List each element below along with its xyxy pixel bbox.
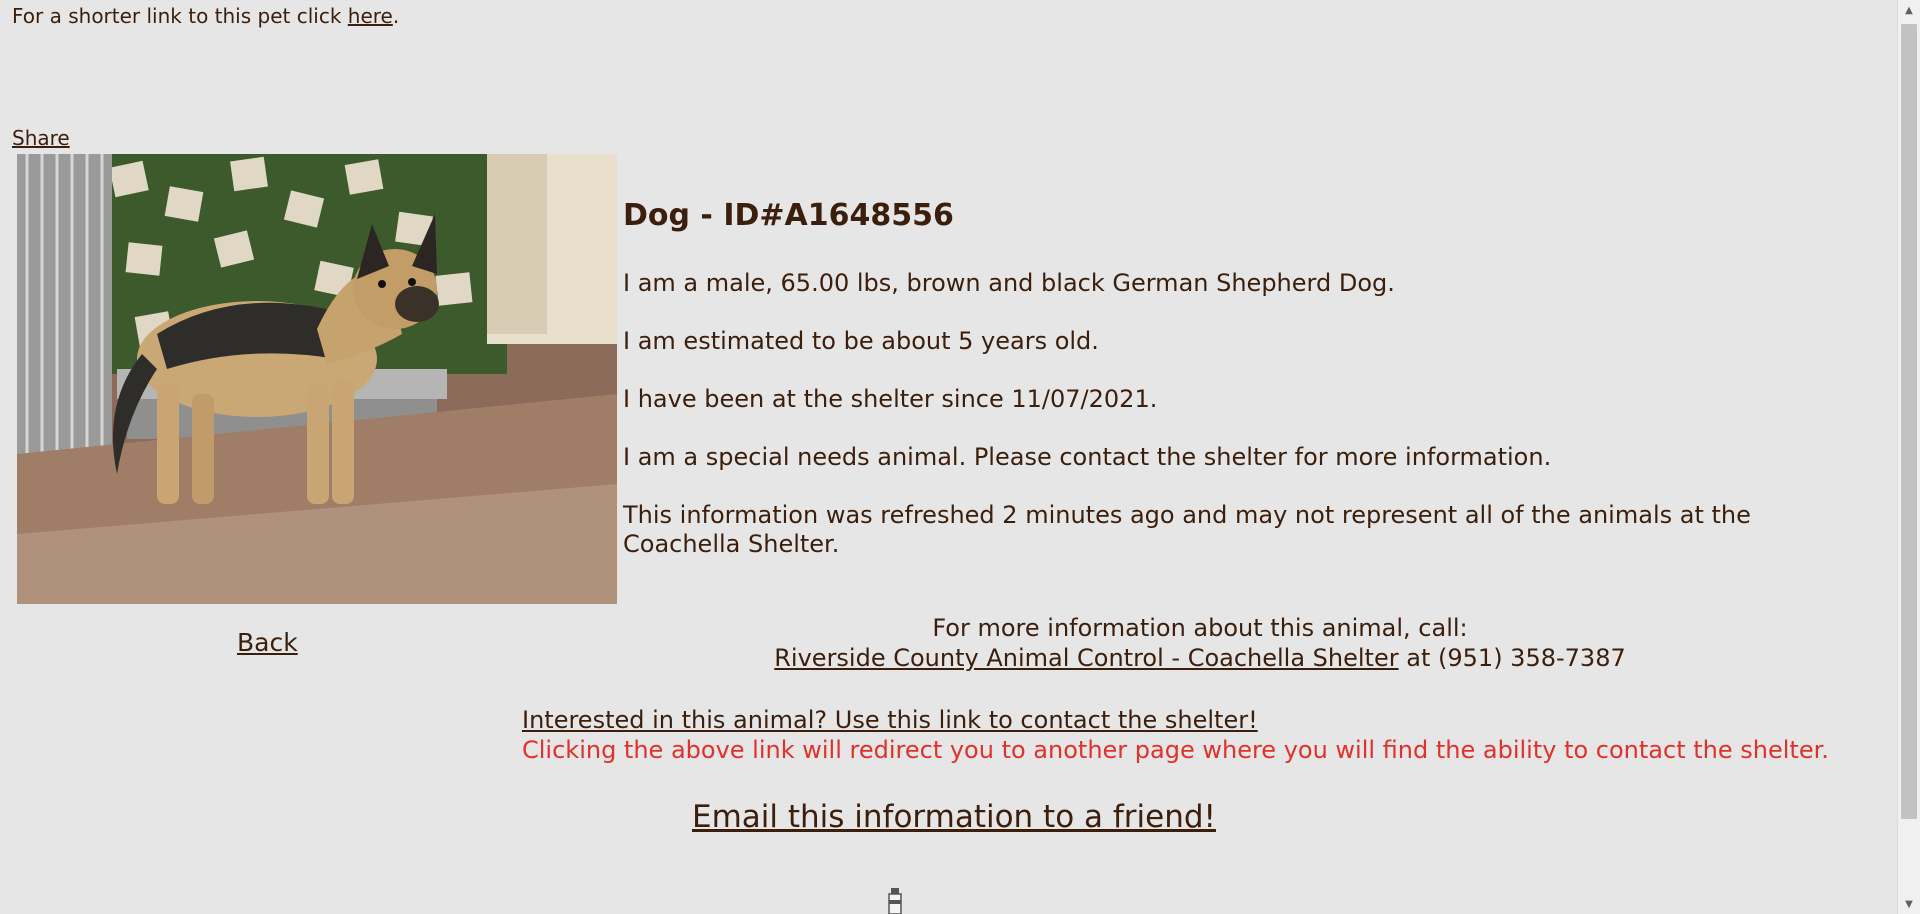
contact-intro: For more information about this animal, … <box>932 614 1468 642</box>
redirect-warning: Clicking the above link will redirect yo… <box>522 736 1829 764</box>
shelter-phone: (951) 358-7387 <box>1438 644 1626 672</box>
short-link-here[interactable]: here <box>348 4 393 28</box>
scroll-down-icon[interactable]: ▼ <box>1898 894 1920 914</box>
scrollbar-thumb[interactable] <box>1901 24 1917 819</box>
refresh-notice: This information was refreshed 2 minutes… <box>623 501 1751 558</box>
shelter-link[interactable]: Riverside County Animal Control - Coache… <box>774 644 1398 672</box>
back-link[interactable]: Back <box>237 628 298 657</box>
contact-shelter-link[interactable]: Interested in this animal? Use this link… <box>522 706 1258 734</box>
email-friend-link[interactable]: Email this information to a friend! <box>692 797 1216 837</box>
lighthouse-icon <box>886 886 904 914</box>
contact-info: For more information about this animal, … <box>620 613 1780 673</box>
short-link-prefix: For a shorter link to this pet click <box>12 4 342 28</box>
share-link[interactable]: Share <box>12 126 70 150</box>
short-link-line: For a shorter link to this pet click her… <box>12 4 399 28</box>
interest-section: Interested in this animal? Use this link… <box>522 705 1829 765</box>
pet-info: Dog - ID#A1648556 I am a male, 65.00 lbs… <box>623 196 1823 588</box>
pet-detail-page: For a shorter link to this pet click her… <box>0 0 1898 914</box>
pet-special-needs: I am a special needs animal. Please cont… <box>623 443 1552 471</box>
short-link-suffix: . <box>392 4 400 28</box>
pet-description: I am a male, 65.00 lbs, brown and black … <box>623 269 1395 297</box>
vertical-scrollbar[interactable]: ▲ ▼ <box>1897 0 1920 914</box>
pet-heading: Dog - ID#A1648556 <box>623 198 954 233</box>
scroll-up-icon[interactable]: ▲ <box>1898 0 1920 20</box>
pet-intake-date: I have been at the shelter since 11/07/2… <box>623 385 1158 413</box>
contact-shelter-line: Riverside County Animal Control - Coache… <box>620 643 1780 673</box>
pet-age: I am estimated to be about 5 years old. <box>623 327 1099 355</box>
phone-prefix: at <box>1406 644 1431 672</box>
dog-photo <box>17 154 617 604</box>
